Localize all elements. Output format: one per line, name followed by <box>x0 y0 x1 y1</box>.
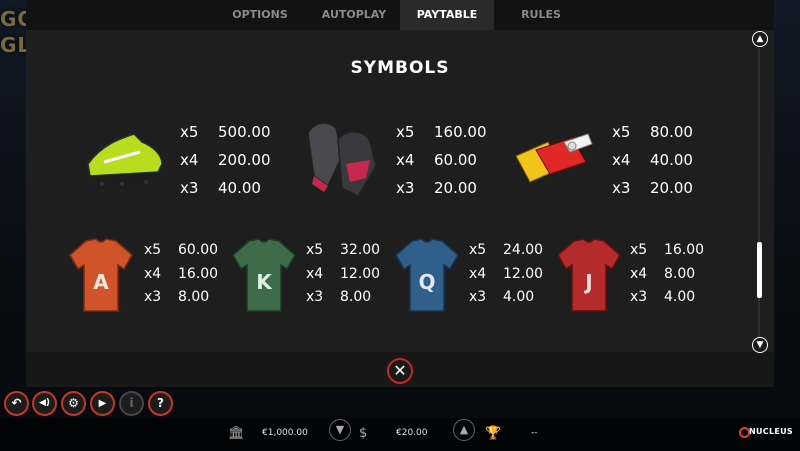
jersey-j-paytable: x5 16.00 x4 8.00 x3 4.00 <box>630 242 705 305</box>
bank-icon: 🏛 <box>228 426 245 441</box>
paytable-content: SYMBOLS x5 500.00 x4 200.00 x3 40.00 x5 160.… <box>26 30 774 352</box>
svg-text:Q: Q <box>418 270 435 294</box>
tab-rules[interactable]: RULES <box>491 0 591 30</box>
back-button[interactable]: ↶ <box>4 391 29 416</box>
tab-options[interactable]: OPTIONS <box>210 0 310 30</box>
settings-button[interactable]: ⚙ <box>61 391 86 416</box>
sound-button[interactable]: ◀) <box>32 391 57 416</box>
help-button[interactable]: ? <box>148 391 173 416</box>
jersey-k-icon: K <box>232 238 296 312</box>
win-value: -- <box>531 428 538 438</box>
coin-icon: $ <box>359 426 368 441</box>
autoplay-button[interactable]: ▶ <box>90 391 115 416</box>
boot-paytable: x5 500.00 x4 200.00 x3 40.00 <box>180 123 271 197</box>
info-button[interactable]: i <box>119 391 144 416</box>
section-title: SYMBOLS <box>350 58 450 78</box>
tab-paytable[interactable]: PAYTABLE <box>400 0 494 30</box>
brand-logo: NUCLEUS <box>749 427 793 436</box>
scrollbar-track[interactable] <box>758 48 760 348</box>
jersey-j-icon: J <box>557 238 621 312</box>
paytable-panel: OPTIONS AUTOPLAY PAYTABLE RULES SYMBOLS … <box>26 0 774 387</box>
jersey-k-paytable: x5 32.00 x4 12.00 x3 8.00 <box>306 242 381 305</box>
jersey-a-paytable: x5 60.00 x4 16.00 x3 8.00 <box>144 242 219 305</box>
tab-bar: OPTIONS AUTOPLAY PAYTABLE RULES <box>26 0 774 30</box>
svg-text:K: K <box>256 270 273 294</box>
cards-paytable: x5 80.00 x4 40.00 x3 20.00 <box>612 123 693 197</box>
scroll-down-icon[interactable]: ▼ <box>752 337 768 353</box>
jersey-a-icon: A <box>69 238 133 312</box>
bet-decrease-button[interactable]: ▼ <box>329 419 351 441</box>
referee-cards-whistle-icon <box>515 133 593 183</box>
svg-text:A: A <box>93 270 109 294</box>
balance-value: €1,000.00 <box>262 428 308 438</box>
bottom-bar: 🏛 €1,000.00 $ €20.00 🏆 -- <box>0 418 800 451</box>
bet-value: €20.00 <box>396 428 428 438</box>
close-paytable-button[interactable]: ✕ <box>387 358 413 384</box>
goalkeeper-gloves-icon <box>307 122 377 197</box>
gloves-paytable: x5 160.00 x4 60.00 x3 20.00 <box>396 123 487 197</box>
scrollbar-thumb[interactable] <box>757 242 762 298</box>
jersey-q-icon: Q <box>395 238 459 312</box>
football-boot-icon <box>87 133 163 186</box>
scroll-up-icon[interactable]: ▲ <box>752 31 768 47</box>
tab-autoplay[interactable]: AUTOPLAY <box>304 0 404 30</box>
jersey-q-paytable: x5 24.00 x4 12.00 x3 4.00 <box>469 242 544 305</box>
svg-text:J: J <box>583 270 592 294</box>
bet-increase-button[interactable]: ▲ <box>453 419 475 441</box>
trophy-icon: 🏆 <box>485 426 502 441</box>
